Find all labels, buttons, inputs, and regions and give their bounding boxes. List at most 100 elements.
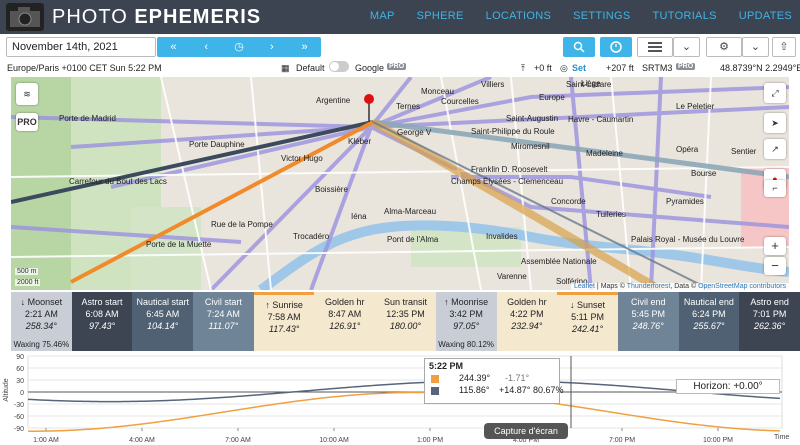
capture-tooltip: Capture d'écran [484,423,568,439]
event-tile[interactable]: Golden hr 4:22 PM 232.94° [496,292,558,351]
search-button[interactable] [563,37,595,57]
nav-settings[interactable]: SETTINGS [573,10,630,22]
event-azimuth: 232.94° [511,321,543,331]
event-tile[interactable]: Nautical start 6:45 AM 104.14° [132,292,194,351]
event-label-text: Nautical start [136,297,189,307]
fast-forward-icon[interactable]: » [288,37,321,57]
locate-button[interactable]: ➤ [764,113,786,133]
y-tick-label: 30 [16,378,24,385]
nav-tutorials[interactable]: TUTORIALS [653,10,717,22]
elevation-value: +207 ft [606,63,634,73]
nav-sphere[interactable]: SPHERE [417,10,464,22]
camera-logo-icon [6,3,44,31]
event-label-text: Moonrise [451,297,489,307]
layers-menu-button[interactable] [637,37,673,57]
x-tick-label: 4:00 AM [129,437,155,444]
event-label: Nautical start [132,297,193,309]
date-field[interactable]: November 14th, 2021 [6,37,156,57]
set-height-link[interactable]: Set [572,63,586,73]
map-view[interactable]: Argentine Porte de Madrid Porte Dauphine… [11,77,789,290]
moon-swatch [431,387,439,395]
event-tile[interactable]: Astro end 7:01 PM 262.36° [739,292,800,351]
osm-link[interactable]: OpenStreetMap contributors [698,283,786,290]
share-icon: ⇧ [779,41,789,53]
events-row: ↓ Moonset 2:21 AM 258.34° Waxing 75.46% Astr… [11,292,800,351]
list-icon [648,42,662,52]
event-tile[interactable]: Civil start 7:24 AM 111.07° [193,292,254,351]
thunderforest-link[interactable]: Thunderforest [627,283,671,290]
event-tile[interactable]: Astro start 6:08 AM 97.43° [71,292,133,351]
event-time: 7:01 PM [752,309,787,319]
brand-bold: EPHEMERIS [134,6,262,28]
tooltip-time: 5:22 PM [429,361,464,371]
map-pro-button[interactable]: PRO [16,113,38,131]
minus-icon: − [771,258,779,273]
clock-button[interactable] [600,37,632,57]
tooltip-sun-az: 244.39° [459,373,491,383]
event-label-text: Nautical end [683,297,734,307]
target-icon[interactable]: ◎ [560,63,568,74]
event-tile[interactable]: Golden hr 8:47 AM 126.91° [314,292,376,351]
event-label: Golden hr [314,297,375,309]
event-time: 5:11 PM [571,312,604,322]
event-tile[interactable]: ↓ Sunset 5:11 PM 242.41° [557,292,618,351]
event-label: ↓ Sunset [557,300,618,312]
map-layers-button[interactable]: ≋ [16,83,38,105]
event-label-text: Sunset [577,300,606,310]
moon-phase-text: Waxing 80.12% [438,340,495,349]
event-tile[interactable]: Nautical end 6:24 PM 255.67° [678,292,740,351]
fast-back-icon[interactable]: « [157,37,190,57]
x-tick-label: 10:00 PM [703,437,733,444]
event-label-text: Golden hr [507,297,547,307]
share-button[interactable]: ⇧ [772,37,796,57]
sun-swatch [431,375,439,383]
default-map-label[interactable]: Default [296,63,325,73]
google-pro-badge: PRO [387,63,407,70]
event-azimuth: 242.41° [571,324,604,334]
nav-map[interactable]: MAP [370,10,395,22]
event-time: 8:47 AM [328,309,362,319]
x-tick-label: 10:00 AM [319,437,349,444]
event-label: Civil end [618,297,679,309]
event-azimuth: 111.07° [208,321,239,331]
tooltip-sun-alt: -1.71° [505,373,530,383]
now-icon[interactable]: ◷ [223,37,256,57]
pin-sun-button[interactable]: ↗ [764,139,786,159]
layers-dropdown-button[interactable]: ⌄ [673,37,700,57]
fullscreen-button[interactable]: ⤢ [764,83,786,103]
zoom-out-button[interactable]: − [764,257,786,275]
leaflet-link[interactable]: Leaflet [574,283,595,290]
dem-label: SRTM3 [642,63,673,73]
nav-locations[interactable]: LOCATIONS [486,10,551,22]
event-tile[interactable]: ↓ Moonset 2:21 AM 258.34° Waxing 75.46% [11,292,72,351]
map-tool-button[interactable]: ⌐ [764,180,786,197]
google-map-toggle[interactable] [329,61,349,72]
event-tile[interactable]: Civil end 5:45 PM 248.76° [617,292,679,351]
map-canvas[interactable] [11,77,789,290]
event-tile[interactable]: ↑ Sunrise 7:58 AM 117.43° [253,292,315,351]
google-map-label[interactable]: Google [355,63,384,73]
event-label: Nautical end [679,297,740,309]
height-icon: ⤒ [521,63,525,73]
search-icon [573,41,585,53]
nav-updates[interactable]: UPDATES [739,10,792,22]
event-time: 6:24 PM [692,309,726,319]
tooltip-moon-alt: +14.87° [499,385,531,395]
forward-icon[interactable]: › [255,37,288,57]
back-icon[interactable]: ‹ [190,37,223,57]
y-tick-label: 0 [20,390,24,397]
altitude-chart[interactable]: 90 60 30 0 -30 -60 -90 1:00 AM 4:00 AM 7:00 AM 10:… [0,352,800,445]
pin-icon: ↗ [771,144,779,154]
top-bar: PHOTO EPHEMERIS MAP SPHERE LOCATIONS SET… [0,0,800,34]
event-label-text: Astro start [81,297,123,307]
settings-button[interactable]: ⚙ [706,37,742,57]
moon-phase-text: Waxing 75.46% [13,340,70,349]
timezone-text: Europe/Paris +0100 CET Sun 5:22 PM [7,63,162,73]
event-tile[interactable]: ↑ Moonrise 3:42 PM 97.05° Waxing 80.12% [435,292,497,351]
tooltip-moon-ill: 80.67% [533,385,564,395]
dem-pro-badge: PRO [676,63,696,70]
zoom-in-button[interactable]: + [764,237,786,255]
event-tile[interactable]: Sun transit 12:35 PM 180.00° [375,292,436,351]
settings-dropdown-button[interactable]: ⌄ [742,37,769,57]
navigation-arrow-icon: ➤ [771,118,779,128]
